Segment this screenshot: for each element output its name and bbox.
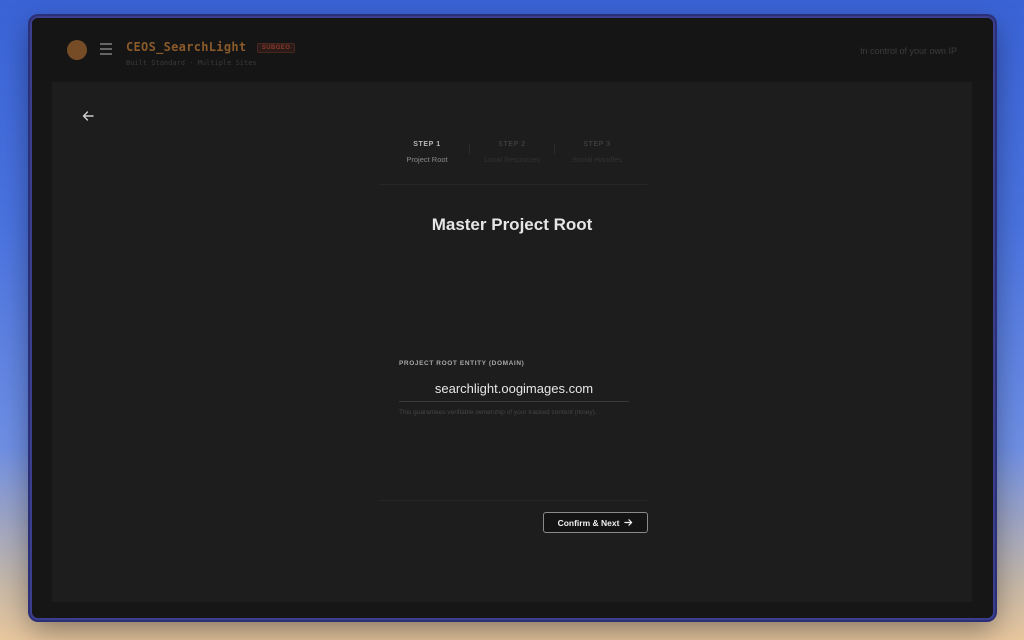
app-subtitle: Built Standard · Multiple Sites [126, 59, 257, 67]
brand: CEOS_SearchLight SUBGEO Built Standard ·… [126, 38, 296, 67]
step-local-resources[interactable]: STEP 2 Local Resources [468, 141, 555, 164]
app-badge: SUBGEO [256, 43, 296, 53]
logo-icon [67, 40, 87, 60]
step-number: STEP 2 [498, 141, 526, 148]
stepper: STEP 1 Project Root STEP 2 Local Resourc… [52, 141, 972, 164]
page-title: Master Project Root [431, 215, 593, 234]
divider-top [379, 184, 647, 185]
top-bar: CEOS_SearchLight SUBGEO Built Standard ·… [32, 18, 993, 80]
step-label: Local Resources [484, 155, 540, 164]
arrow-right-icon [624, 519, 633, 526]
step-project-root[interactable]: STEP 1 Project Root [385, 141, 470, 164]
main-panel: STEP 1 Project Root STEP 2 Local Resourc… [52, 82, 972, 602]
domain-helper-text: This guarantees verifiable ownership of … [399, 409, 597, 416]
app-window: CEOS_SearchLight SUBGEO Built Standard ·… [30, 16, 995, 620]
domain-input[interactable] [399, 375, 629, 402]
confirm-next-button[interactable]: Confirm & Next [543, 512, 648, 533]
divider-bottom [379, 500, 647, 501]
step-number: STEP 3 [583, 141, 611, 148]
arrow-left-icon[interactable] [81, 109, 95, 123]
confirm-next-label: Confirm & Next [557, 517, 620, 528]
app-title: CEOS_SearchLight [126, 40, 247, 54]
step-label: Social Handles [571, 155, 623, 164]
domain-field-label: PROJECT ROOT ENTITY (DOMAIN) [399, 360, 525, 367]
step-label: Project Root [406, 155, 448, 164]
step-number: STEP 1 [413, 141, 441, 148]
step-social-handles[interactable]: STEP 3 Social Handles [553, 141, 640, 164]
hamburger-menu-icon[interactable] [100, 43, 112, 55]
tagline: In control of your own IP [859, 46, 957, 56]
